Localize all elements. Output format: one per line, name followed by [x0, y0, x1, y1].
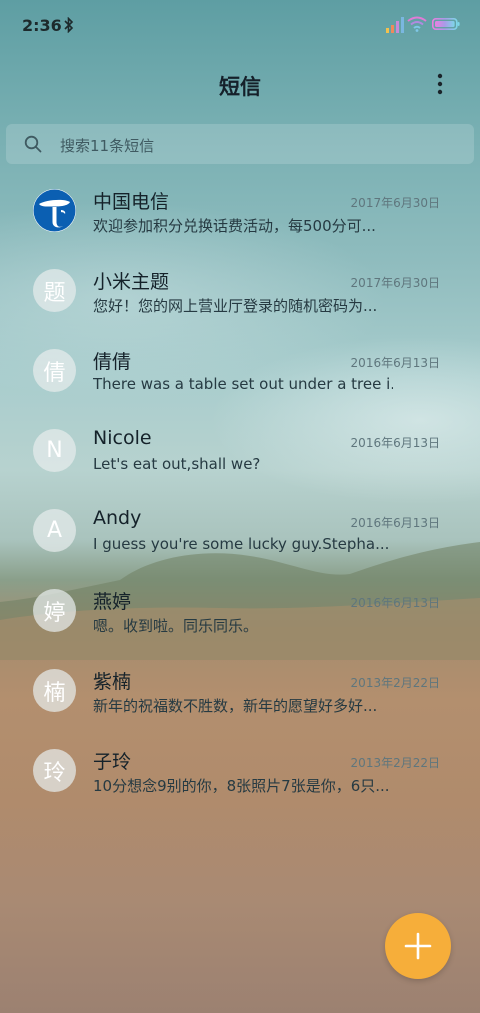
wifi-icon	[407, 16, 427, 32]
contact-name: 燕婷	[93, 591, 132, 613]
new-message-button[interactable]	[385, 913, 451, 979]
contact-name: Nicole	[93, 427, 152, 449]
search-placeholder: 搜索11条短信	[60, 137, 155, 155]
plus-icon	[404, 932, 432, 960]
signal-icon	[386, 17, 404, 33]
contact-name: 紫楠	[93, 671, 132, 693]
message-list: 中国电信 2017年6月30日 欢迎参加积分兑换话费活动，每500分可... 题…	[0, 171, 480, 811]
contact-name: 倩倩	[93, 351, 132, 373]
message-preview: There was a table set out under a tree i…	[93, 375, 393, 393]
conversation-item[interactable]: N Nicole 2016年6月13日 Let's eat out,shall …	[0, 411, 480, 491]
message-preview: 新年的祝福数不胜数，新年的愿望好多好...	[93, 697, 378, 715]
status-bar: 2:36	[0, 0, 480, 52]
conversation-item[interactable]: 婷 燕婷 2016年6月13日 嗯。收到啦。同乐同乐。	[0, 571, 480, 651]
message-preview: 您好！您的网上营业厅登录的随机密码为...	[93, 297, 378, 315]
message-preview: 10分想念9别的你，8张照片7张是你，6只...	[93, 777, 390, 795]
avatar: A	[33, 509, 76, 552]
messages-screen: 2:36 短信 搜索11条短信 中国电信 2017年6月30日 欢迎参加积分兑换…	[0, 0, 480, 1013]
contact-name: 小米主题	[93, 271, 170, 293]
page-title: 短信	[219, 75, 261, 99]
message-preview: Let's eat out,shall we?	[93, 455, 261, 473]
avatar: 婷	[33, 589, 76, 632]
contact-name: 中国电信	[93, 191, 170, 213]
search-input[interactable]: 搜索11条短信	[6, 124, 474, 164]
conversation-item[interactable]: 中国电信 2017年6月30日 欢迎参加积分兑换话费活动，每500分可...	[0, 171, 480, 251]
message-date: 2017年6月30日	[350, 196, 440, 210]
avatar: 楠	[33, 669, 76, 712]
message-date: 2016年6月13日	[350, 596, 440, 610]
bluetooth-icon	[64, 17, 74, 33]
message-preview: 欢迎参加积分兑换话费活动，每500分可...	[93, 217, 376, 235]
message-preview: I guess you're some lucky guy.Stepha...	[93, 535, 390, 553]
avatar: N	[33, 429, 76, 472]
china-telecom-logo-icon	[33, 189, 76, 232]
contact-name: 子玲	[93, 751, 132, 773]
search-icon	[24, 135, 42, 153]
message-date: 2016年6月13日	[350, 436, 440, 450]
avatar: 倩	[33, 349, 76, 392]
message-preview: 嗯。收到啦。同乐同乐。	[93, 617, 259, 635]
conversation-item[interactable]: 楠 紫楠 2013年2月22日 新年的祝福数不胜数，新年的愿望好多好...	[0, 651, 480, 731]
battery-icon	[432, 18, 460, 30]
message-date: 2013年2月22日	[350, 756, 440, 770]
status-time: 2:36	[22, 16, 62, 35]
conversation-item[interactable]: 倩 倩倩 2016年6月13日 There was a table set ou…	[0, 331, 480, 411]
conversation-item[interactable]: A Andy 2016年6月13日 I guess you're some lu…	[0, 491, 480, 571]
contact-name: Andy	[93, 507, 142, 529]
message-date: 2016年6月13日	[350, 356, 440, 370]
conversation-item[interactable]: 题 小米主题 2017年6月30日 您好！您的网上营业厅登录的随机密码为...	[0, 251, 480, 331]
more-vert-icon[interactable]	[432, 72, 448, 98]
message-date: 2016年6月13日	[350, 516, 440, 530]
avatar: 玲	[33, 749, 76, 792]
message-date: 2017年6月30日	[350, 276, 440, 290]
message-date: 2013年2月22日	[350, 676, 440, 690]
china-telecom-logo-avatar	[33, 189, 76, 232]
avatar: 题	[33, 269, 76, 312]
conversation-item[interactable]: 玲 子玲 2013年2月22日 10分想念9别的你，8张照片7张是你，6只...	[0, 731, 480, 811]
title-bar: 短信	[0, 60, 480, 108]
